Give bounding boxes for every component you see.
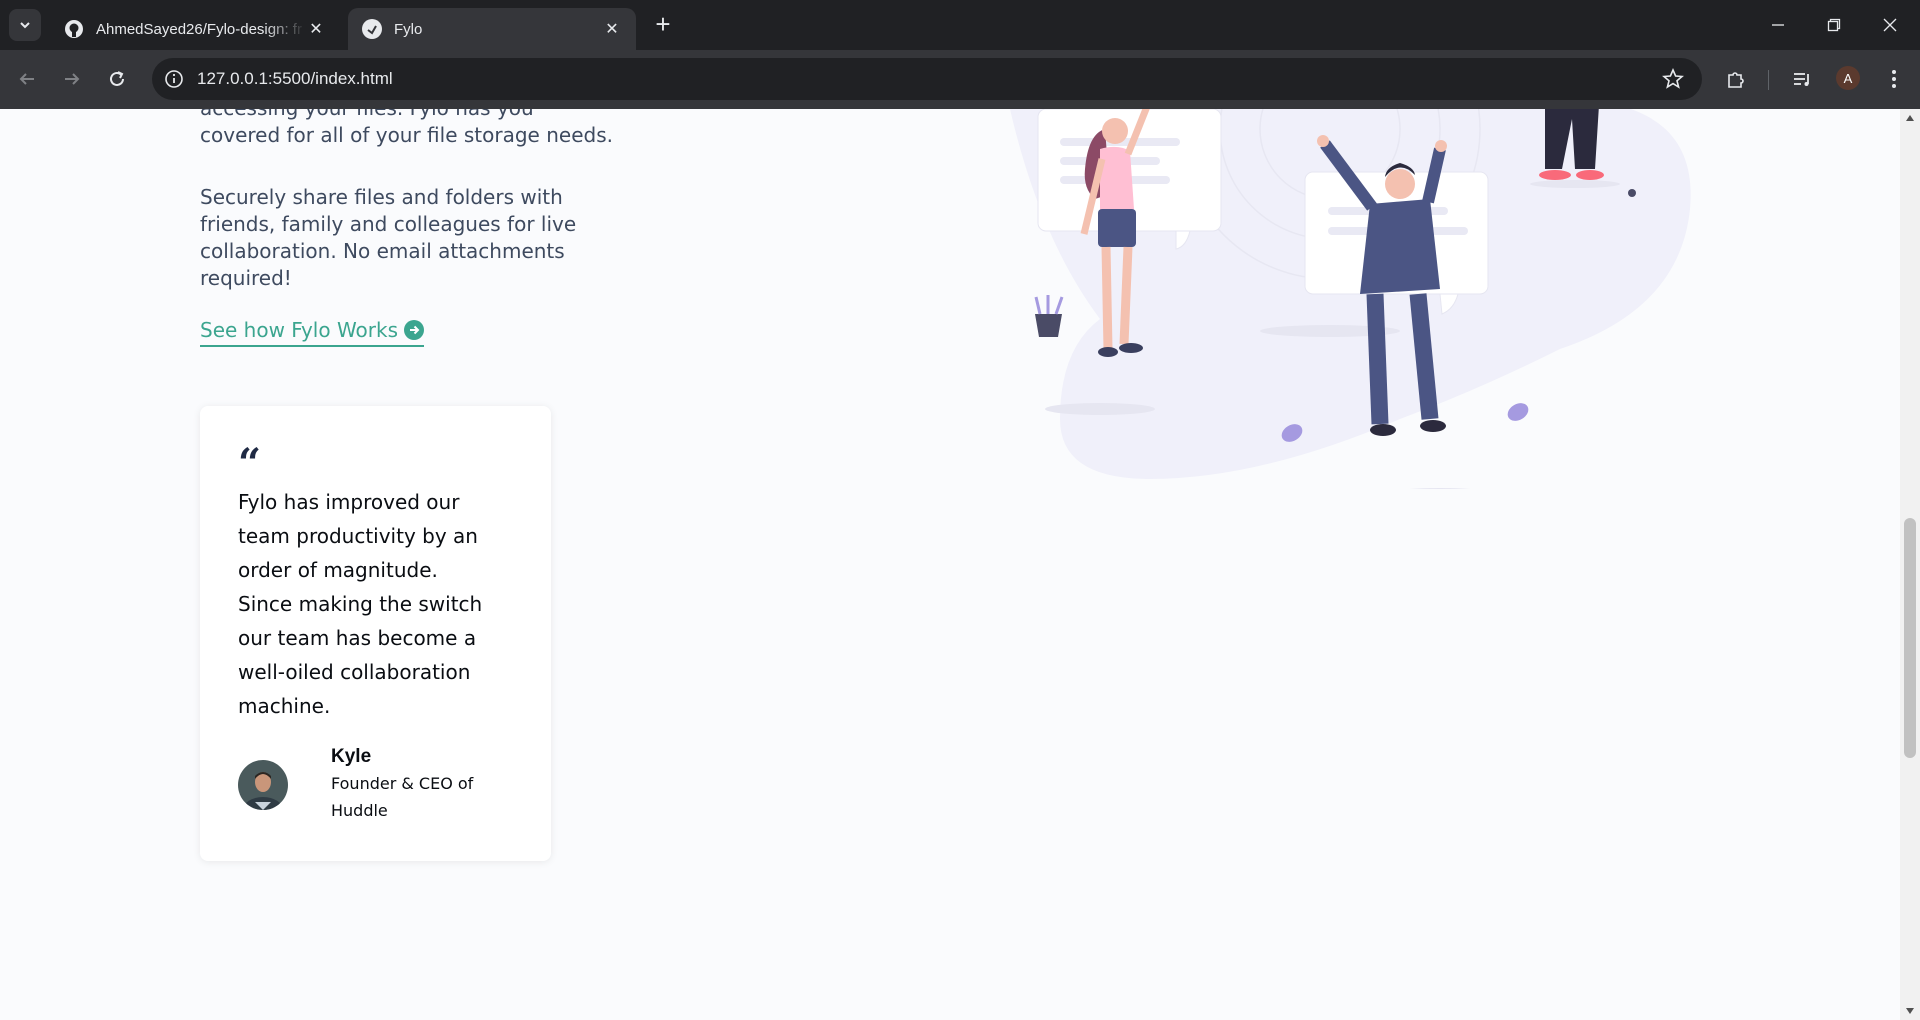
new-tab-button[interactable]: +: [650, 11, 676, 38]
back-arrow-icon: [19, 73, 34, 85]
media-queue-icon: [1794, 73, 1809, 86]
address-bar[interactable]: 127.0.0.1:5500/index.html: [152, 58, 1702, 100]
extensions-button[interactable]: [1722, 65, 1750, 93]
close-window-button[interactable]: [1862, 0, 1918, 50]
testimonial-quote: Fylo has improved our team productivity …: [238, 490, 483, 718]
media-control-button[interactable]: [1788, 65, 1816, 93]
cta-label: See how Fylo Works: [200, 318, 399, 342]
see-how-fylo-works-link[interactable]: See how Fylo Works: [200, 318, 425, 347]
scroll-up-arrow[interactable]: [1906, 115, 1914, 121]
tab-title: AhmedSayed26/Fylo-design: fr: [96, 20, 302, 38]
testimonial-name: Kyle: [331, 746, 372, 767]
avatar: [238, 760, 288, 810]
tab-fylo[interactable]: Fylo ✕: [348, 8, 636, 50]
restore-icon: [1827, 18, 1841, 32]
scrollbar-thumb[interactable]: [1904, 518, 1916, 758]
scroll-down-arrow[interactable]: [1906, 1008, 1914, 1014]
reload-icon: [110, 71, 124, 86]
vertical-scrollbar[interactable]: [1900, 109, 1920, 1020]
close-tab-icon[interactable]: ✕: [602, 19, 622, 39]
tab-github[interactable]: AhmedSayed26/Fylo-design: fr ✕: [50, 8, 340, 50]
fylo-favicon: [362, 19, 382, 39]
browser-toolbar: 127.0.0.1:5500/index.html: [0, 50, 1920, 109]
minimize-icon: [1772, 24, 1784, 26]
reload-button[interactable]: [100, 62, 134, 96]
minimize-button[interactable]: [1750, 0, 1806, 50]
forward-button[interactable]: [55, 62, 89, 96]
puzzle-icon: [1728, 72, 1744, 88]
forward-arrow-icon: [65, 73, 80, 85]
collaboration-illustration: [1010, 109, 1691, 489]
profile-avatar[interactable]: A: [1836, 66, 1860, 90]
browser-menu-button[interactable]: [1880, 65, 1908, 93]
url-text[interactable]: 127.0.0.1:5500/index.html: [197, 69, 393, 89]
chevron-down-icon: [20, 22, 30, 29]
kebab-menu-icon: [1892, 70, 1896, 88]
testimonial-role: Founder & CEO of Huddle: [331, 774, 474, 820]
testimonial-card: “ Fylo has improved our team productivit…: [200, 406, 551, 861]
close-icon: [1883, 18, 1897, 32]
page-viewport: accessing your files. Fylo has you cover…: [0, 109, 1900, 1020]
arrow-right-circle-icon: [404, 320, 425, 340]
tab-title: Fylo: [394, 20, 423, 38]
quote-icon: “: [238, 440, 262, 487]
close-tab-icon[interactable]: ✕: [306, 19, 326, 39]
github-icon: [64, 19, 84, 39]
back-button[interactable]: [10, 62, 44, 96]
bookmark-star-icon[interactable]: [1662, 68, 1684, 90]
feature-paragraph-2: Securely share files and folders with fr…: [200, 185, 577, 290]
browser-tab-strip: AhmedSayed26/Fylo-design: fr ✕ Fylo ✕ +: [0, 0, 1920, 50]
site-info-icon[interactable]: [164, 69, 184, 89]
feature-paragraph-1: accessing your files. Fylo has you cover…: [200, 109, 613, 147]
toolbar-divider: [1768, 70, 1769, 90]
restore-button[interactable]: [1806, 0, 1862, 50]
tab-search-button[interactable]: [9, 9, 41, 41]
